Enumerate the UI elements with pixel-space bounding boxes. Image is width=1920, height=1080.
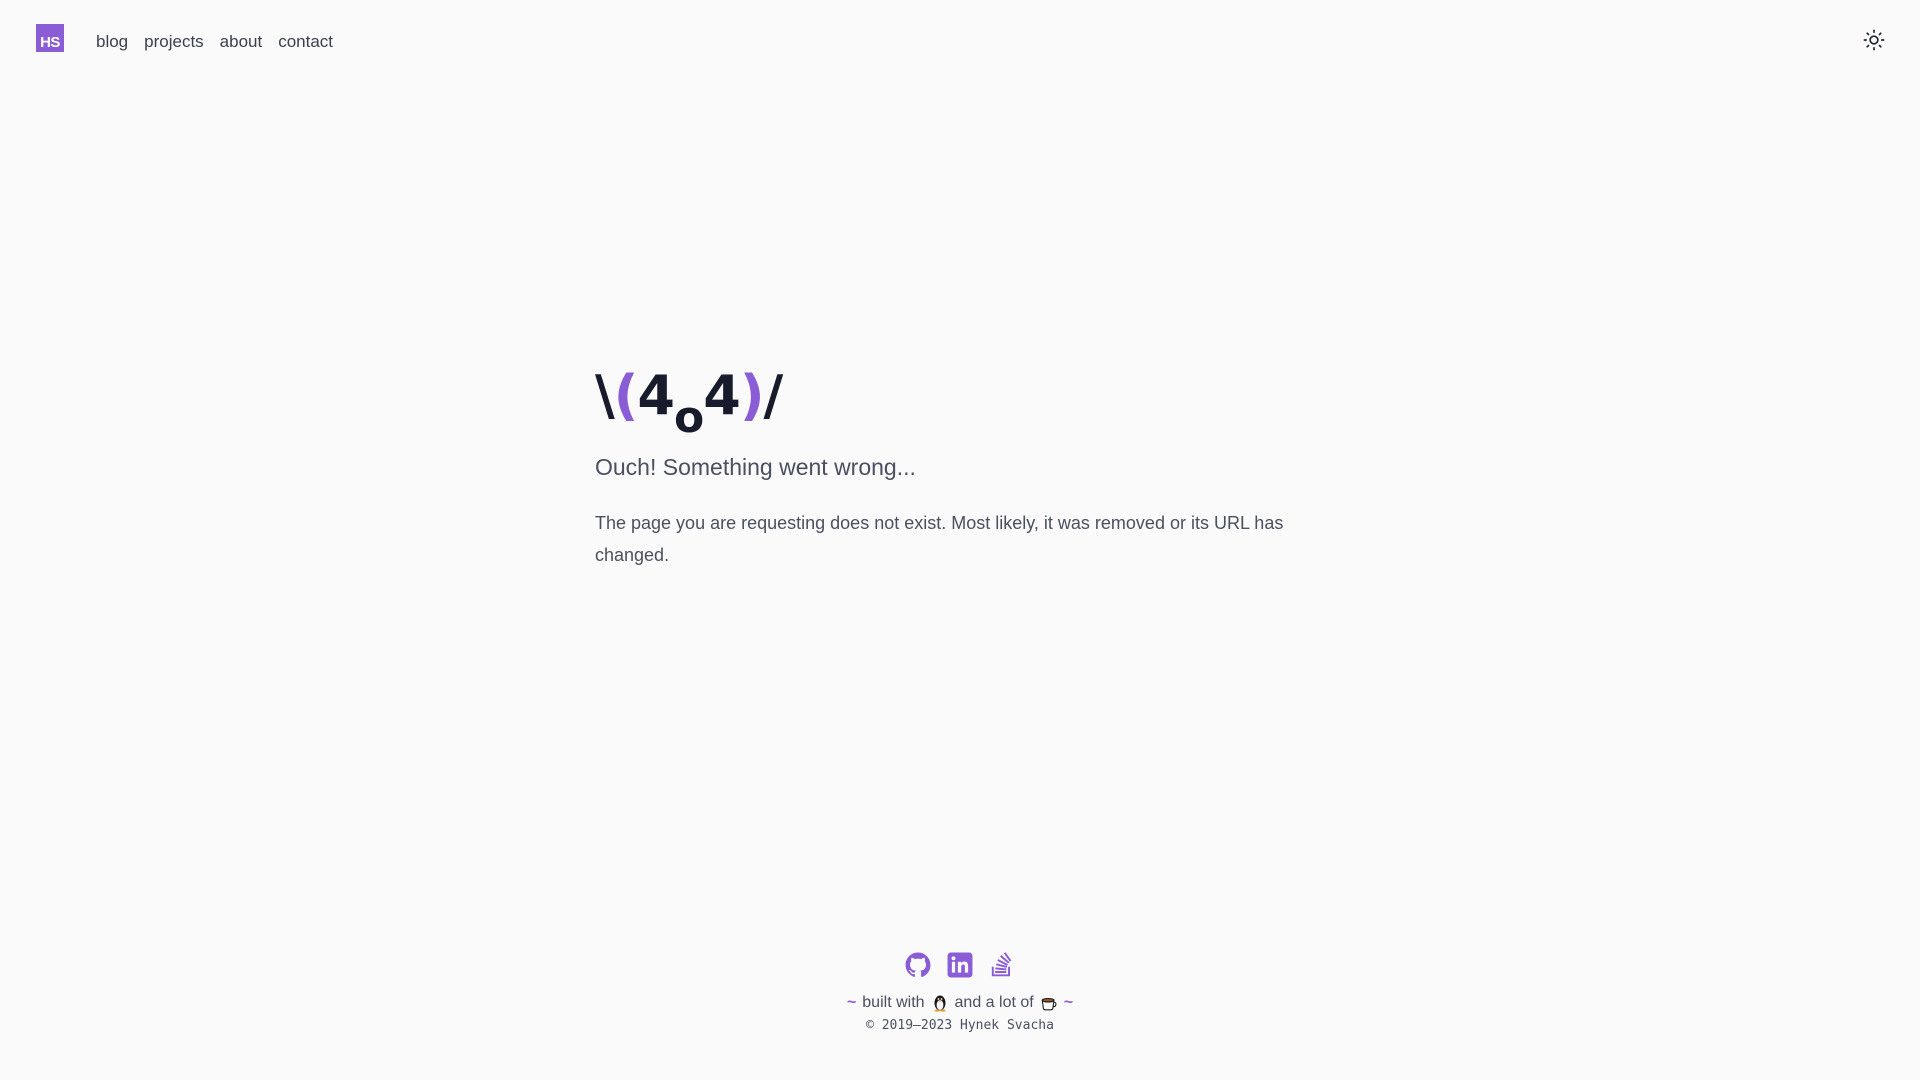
headline-digit-2: 4	[703, 364, 741, 427]
linkedin-link[interactable]	[947, 952, 973, 978]
main-nav: blog projects about contact	[96, 32, 333, 52]
error-content: \(4o4)/ Ouch! Something went wrong... Th…	[595, 360, 1315, 571]
built-with-text: built with	[862, 994, 925, 1011]
nav-link-contact[interactable]: contact	[278, 32, 333, 52]
site-logo[interactable]: HS	[36, 24, 64, 52]
error-subtitle: Ouch! Something went wrong...	[595, 454, 916, 480]
social-links	[0, 952, 1920, 980]
theme-toggle-button[interactable]	[1862, 28, 1886, 52]
headline-left-arm: \	[595, 364, 615, 427]
github-icon	[905, 952, 931, 977]
headline-close-paren: )	[739, 364, 765, 427]
built-with-line: ~ built with and a lot of ~	[0, 994, 1920, 1012]
github-link[interactable]	[905, 952, 931, 978]
and-a-lot-of-text: and a lot of	[954, 994, 1034, 1011]
nav-link-blog[interactable]: blog	[96, 32, 128, 52]
nav-link-projects[interactable]: projects	[144, 32, 204, 52]
site-footer: ~ built with and a lot of ~ © 2019–2023 …	[0, 952, 1920, 1033]
headline-right-arm: /	[763, 364, 784, 427]
headline-open-paren: (	[613, 364, 639, 427]
copyright: © 2019–2023 Hynek Svacha	[866, 1018, 1054, 1033]
headline-subscript: o	[674, 392, 704, 443]
penguin-icon	[931, 994, 949, 1012]
stackoverflow-link[interactable]	[989, 952, 1015, 978]
coffee-icon	[1040, 994, 1058, 1012]
page: HS blog projects about contact \(4o4)/ O…	[0, 0, 1920, 1080]
sun-icon	[1863, 29, 1885, 51]
nav-link-about[interactable]: about	[220, 32, 263, 52]
tilde-right: ~	[1063, 994, 1074, 1011]
error-description: The page you are requesting does not exi…	[595, 513, 1284, 565]
linkedin-icon	[947, 952, 973, 978]
tilde-left: ~	[846, 994, 857, 1011]
headline-digit-1: 4	[637, 364, 675, 427]
stackoverflow-icon	[991, 952, 1012, 977]
error-headline: \(4o4)/	[595, 360, 1315, 443]
site-header: HS blog projects about contact	[0, 0, 1920, 84]
